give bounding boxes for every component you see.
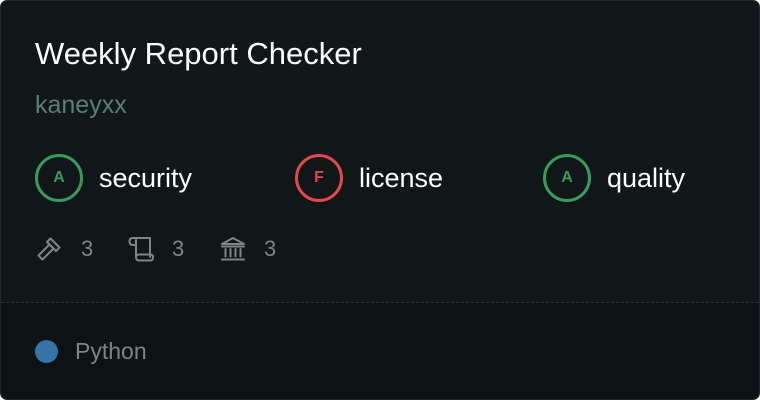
card-footer: Python	[1, 303, 759, 399]
license-score: F license	[295, 153, 443, 203]
security-label: security	[99, 162, 193, 193]
language-color-dot	[35, 340, 58, 363]
stat-bank: 3	[220, 231, 276, 267]
language-name: Python	[75, 338, 147, 364]
hammer-icon	[35, 235, 63, 263]
scroll-icon	[128, 235, 154, 263]
quality-label: quality	[607, 162, 686, 193]
license-grade-badge: F	[295, 154, 343, 202]
quality-grade-badge: A	[543, 154, 591, 202]
stat-hammer: 3	[35, 231, 93, 267]
quality-score: A quality	[543, 153, 685, 203]
repo-title[interactable]: Weekly Report Checker	[35, 34, 362, 74]
scroll-count: 3	[172, 236, 185, 261]
bank-icon	[220, 235, 246, 263]
repo-card[interactable]: Weekly Report Checker kaneyxx A security…	[0, 0, 760, 400]
repo-owner[interactable]: kaneyxx	[35, 87, 127, 123]
stat-scroll: 3	[128, 231, 184, 267]
security-score: A security	[35, 153, 192, 203]
bank-count: 3	[264, 236, 277, 261]
card-body: Weekly Report Checker kaneyxx A security…	[1, 1, 759, 302]
hammer-count: 3	[81, 236, 94, 261]
license-label: license	[359, 162, 444, 193]
security-grade-badge: A	[35, 154, 83, 202]
